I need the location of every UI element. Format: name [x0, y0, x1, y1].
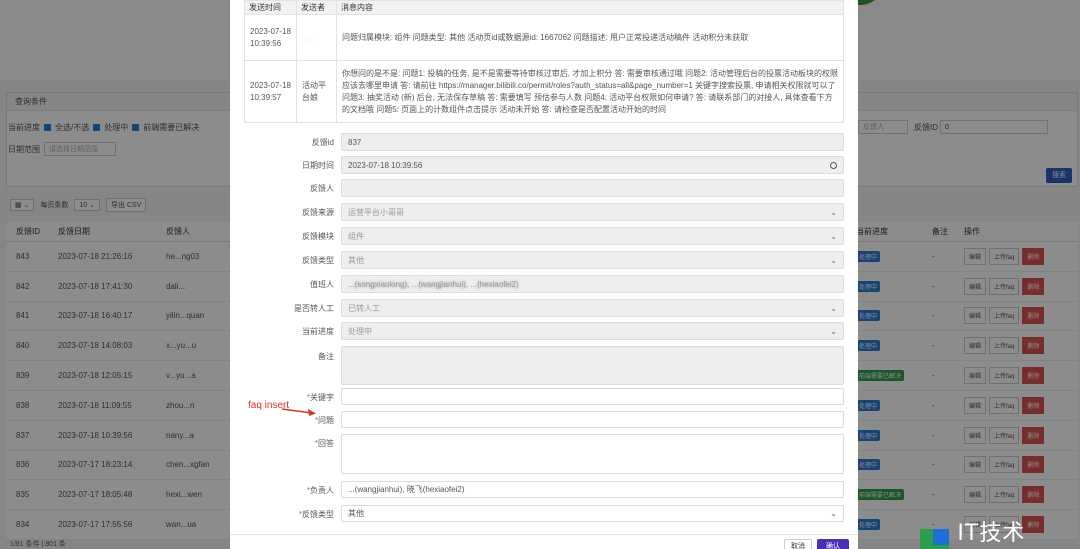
chevron-down-icon: ⌄ — [830, 509, 837, 518]
label-feedback-user: 反馈人 — [310, 184, 334, 193]
label-owner: *负责人 — [306, 486, 334, 495]
message-content: 问题归属模块: 组件 问题类型: 其他 活动页id或数据源id: 1667062… — [336, 14, 844, 61]
label-duty: 值班人 — [310, 280, 334, 289]
cancel-button[interactable]: 取消 — [784, 539, 812, 549]
feedback-detail-modal: 发送时间 发送者 消息内容 2023-07-18 10:39:56 .... 问… — [230, 0, 858, 549]
message-table: 发送时间 发送者 消息内容 2023-07-18 10:39:56 .... 问… — [244, 0, 844, 123]
message-time: 2023-07-18 10:39:56 — [244, 14, 297, 61]
answer-textarea[interactable] — [341, 434, 844, 474]
source-select: 运营平台小哥哥 ⌄ — [341, 203, 844, 221]
duty-field: ...(songxiaolong), ...(wangjianhui), ...… — [341, 275, 844, 293]
watermark-text: IT技术 6HU — [957, 521, 1026, 549]
module-value: 组件 — [348, 231, 364, 241]
label-answer: *回答 — [314, 439, 334, 448]
message-sender: .... — [296, 14, 337, 61]
transfer-value: 已转人工 — [348, 303, 380, 313]
owner-input[interactable]: ...(wangjianhui), 晓飞(hexiaofei2) — [341, 481, 844, 498]
keyword-input[interactable] — [341, 388, 844, 405]
modal-footer: 取消 确认 — [230, 534, 858, 549]
feedback-id-field: 837 — [341, 133, 844, 151]
progress-value: 处理中 — [348, 326, 372, 336]
label-fb-type: *反馈类型 — [298, 510, 334, 519]
chevron-down-icon: ⌄ — [830, 207, 837, 217]
label-module: 反馈模块 — [302, 232, 334, 241]
module-select: 组件 ⌄ — [341, 227, 844, 245]
chevron-down-icon: ⌄ — [830, 326, 837, 336]
feedback-time-field: 2023-07-18 10:39:56 — [341, 156, 844, 174]
header-sender: 发送者 — [296, 0, 337, 15]
feedback-time-value: 2023-07-18 10:39:56 — [348, 160, 423, 170]
remark-field — [341, 346, 844, 385]
message-sender: 活动平台娘 — [296, 60, 337, 123]
label-progress: 当前进度 — [302, 327, 334, 336]
duty-value: ...(songxiaolong), ...(wangjianhui), ...… — [348, 279, 519, 289]
source-value: 运营平台小哥哥 — [348, 207, 404, 217]
progress-select: 处理中 ⌄ — [341, 322, 844, 340]
chevron-down-icon: ⌄ — [830, 303, 837, 313]
owner-value: ...(wangjianhui), 晓飞(hexiaofei2) — [348, 485, 465, 494]
chevron-down-icon: ⌄ — [830, 255, 837, 265]
annotation-arrow-icon — [282, 408, 316, 416]
header-send-time: 发送时间 — [244, 0, 297, 15]
type-select: 其他 ⌄ — [341, 251, 844, 269]
fb-type-select[interactable]: 其他 ⌄ — [341, 505, 844, 522]
feedback-user-field — [341, 179, 844, 197]
header-content: 消息内容 — [336, 0, 844, 15]
label-type: 反馈类型 — [302, 256, 334, 265]
fb-type-value: 其他 — [348, 509, 364, 518]
transfer-select: 已转人工 ⌄ — [341, 299, 844, 317]
clock-icon — [830, 161, 837, 169]
message-row: 2023-07-18 10:39:56 .... 问题归属模块: 组件 问题类型… — [244, 14, 844, 61]
message-row: 2023-07-18 10:39:57 活动平台娘 你想问的是不是: 问题1: … — [244, 60, 844, 123]
label-remark: 备注 — [318, 352, 334, 361]
type-value: 其他 — [348, 255, 364, 265]
message-time: 2023-07-18 10:39:57 — [244, 60, 297, 123]
confirm-button[interactable]: 确认 — [817, 539, 849, 549]
label-feedback-time: 日期时间 — [302, 161, 334, 170]
label-feedback-id: 反馈id — [311, 138, 334, 147]
question-input[interactable] — [341, 411, 844, 428]
message-content: 你想问的是不是: 问题1: 投稿的任务, 是不是需要等待审核过审后, 才加上积分… — [336, 60, 844, 123]
watermark: IT技术 6HU — [920, 515, 1080, 549]
label-transfer: 是否转人工 — [294, 304, 334, 313]
label-source: 反馈来源 — [302, 208, 334, 217]
chevron-down-icon: ⌄ — [830, 231, 837, 241]
watermark-logo-icon — [920, 528, 950, 549]
